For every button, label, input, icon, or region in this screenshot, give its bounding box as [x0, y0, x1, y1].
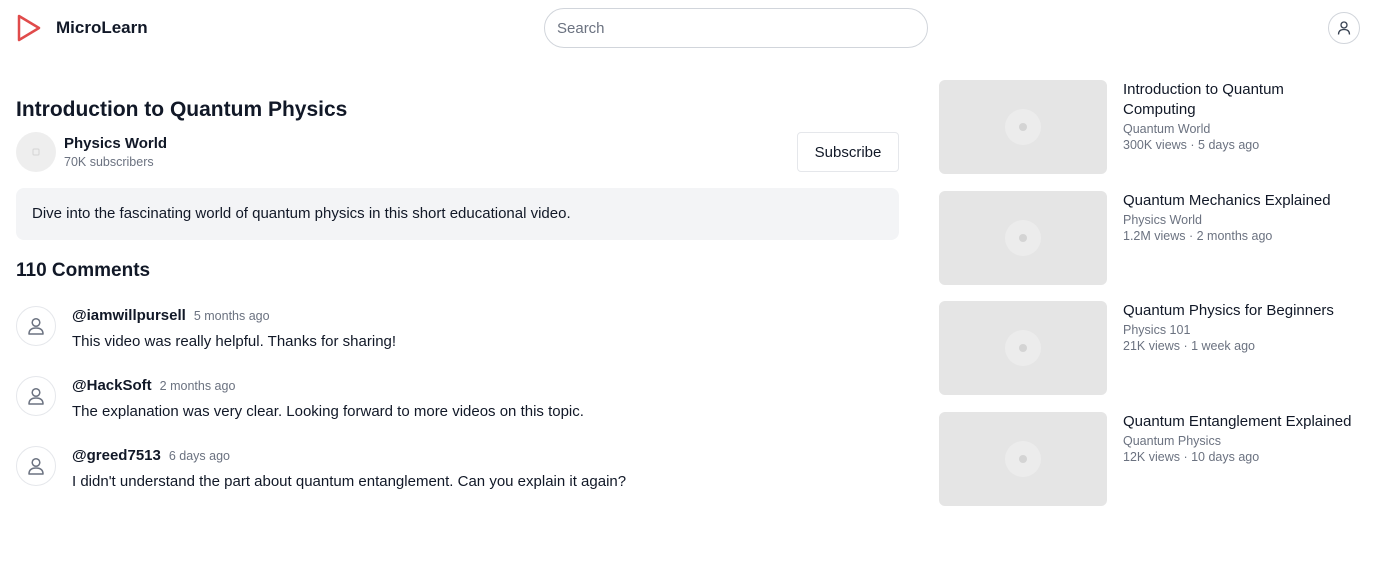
recommended-video[interactable]: Quantum Mechanics Explained Physics Worl…: [939, 190, 1359, 302]
user-icon: [28, 317, 44, 335]
comment-author[interactable]: @iamwillpursell: [72, 306, 186, 326]
recommended-meta: 300K views · 5 days ago: [1123, 138, 1260, 152]
comment-item: @greed7513 6 days ago I didn't understan…: [16, 446, 899, 516]
user-icon: [28, 457, 44, 475]
comment-author[interactable]: @HackSoft: [72, 376, 152, 396]
recommended-video[interactable]: Quantum Entanglement Explained Quantum P…: [939, 411, 1359, 523]
recommended-title[interactable]: Introduction to Quantum Computing: [1123, 80, 1359, 120]
recommended-title[interactable]: Quantum Physics for Beginners: [1123, 301, 1334, 321]
comment-text: This video was really helpful. Thanks fo…: [72, 333, 397, 350]
comment-time: 6 days ago: [168, 449, 231, 463]
user-icon: [1337, 21, 1351, 35]
image-placeholder-icon: [1005, 330, 1041, 366]
recommended-channel: Physics World: [1123, 212, 1202, 227]
comment-author[interactable]: @greed7513: [72, 446, 161, 466]
recommended-list: Introduction to Quantum Computing Quantu…: [939, 80, 1359, 522]
commenter-avatar[interactable]: [16, 376, 56, 416]
comment-body: @greed7513 6 days ago I didn't understan…: [72, 446, 626, 516]
thumbnail-dot: [1019, 233, 1027, 242]
video-thumbnail[interactable]: [939, 80, 1107, 174]
comment-item: @HackSoft 2 months ago The explanation w…: [16, 376, 899, 446]
channel-subscribers: 70K subscribers: [64, 155, 154, 169]
commenter-avatar[interactable]: [16, 446, 56, 486]
subscribe-button[interactable]: Subscribe: [797, 132, 899, 172]
recommended-meta: 12K views · 10 days ago: [1123, 449, 1260, 464]
image-placeholder-icon: [1005, 440, 1041, 477]
play-triangle-icon: [17, 14, 41, 42]
recommended-video[interactable]: Introduction to Quantum Computing Quantu…: [939, 80, 1359, 191]
thumbnail-dot: [1019, 344, 1027, 352]
app-name: MicroLearn: [56, 18, 148, 37]
comment-header: @greed7513 6 days ago: [72, 446, 626, 466]
comment-body: @iamwillpursell 5 months ago This video …: [72, 306, 396, 376]
video-thumbnail[interactable]: [939, 411, 1107, 506]
recommended-channel: Quantum World: [1123, 122, 1211, 136]
channel-avatar[interactable]: [16, 132, 56, 172]
user-icon: [28, 387, 44, 405]
top-header: MicroLearn: [0, 0, 1376, 56]
comment-list: @iamwillpursell 5 months ago This video …: [16, 306, 899, 516]
recommended-title[interactable]: Quantum Entanglement Explained: [1123, 412, 1351, 432]
image-placeholder-icon: [1005, 219, 1041, 256]
channel-name[interactable]: Physics World: [64, 134, 167, 154]
channel-row: Physics World 70K subscribers Subscribe: [16, 132, 899, 172]
comment-item: @iamwillpursell 5 months ago This video …: [16, 306, 899, 376]
comment-text: The explanation was very clear. Looking …: [72, 403, 584, 420]
commenter-avatar[interactable]: [16, 306, 56, 346]
video-main: Introduction to Quantum Physics Physics …: [16, 96, 899, 516]
comment-header: @HackSoft 2 months ago: [72, 376, 584, 396]
search-input[interactable]: [544, 8, 928, 48]
user-menu-button[interactable]: [1328, 12, 1360, 44]
thumbnail-dot: [1019, 123, 1027, 131]
comment-time: 5 months ago: [193, 309, 270, 323]
video-title: Introduction to Quantum Physics: [16, 98, 348, 121]
recommended-meta: 21K views · 1 week ago: [1123, 339, 1256, 353]
video-description: Dive into the fascinating world of quant…: [16, 188, 899, 240]
channel-info: Physics World 70K subscribers: [64, 134, 167, 170]
app-logo[interactable]: MicroLearn: [16, 12, 148, 44]
recommended-channel: Quantum Physics: [1123, 433, 1221, 448]
comments-heading: 110 Comments: [16, 260, 151, 281]
image-placeholder-icon: [32, 148, 40, 156]
recommended-title[interactable]: Quantum Mechanics Explained: [1123, 191, 1331, 211]
video-thumbnail[interactable]: [939, 301, 1107, 395]
comment-text: I didn't understand the part about quant…: [72, 473, 627, 490]
comment-header: @iamwillpursell 5 months ago: [72, 306, 396, 326]
image-placeholder-icon: [1005, 109, 1041, 145]
recommended-info: Quantum Mechanics Explained Physics Worl…: [1123, 191, 1331, 302]
recommended-info: Quantum Physics for Beginners Physics 10…: [1123, 301, 1334, 412]
video-thumbnail[interactable]: [939, 190, 1107, 285]
recommended-meta: 1.2M views · 2 months ago: [1123, 228, 1273, 243]
thumbnail-dot: [1019, 454, 1027, 463]
recommended-info: Introduction to Quantum Computing Quantu…: [1123, 80, 1359, 191]
comment-body: @HackSoft 2 months ago The explanation w…: [72, 376, 584, 446]
recommended-channel: Physics 101: [1123, 323, 1191, 337]
recommended-video[interactable]: Quantum Physics for Beginners Physics 10…: [939, 301, 1359, 412]
comment-time: 2 months ago: [159, 379, 236, 393]
recommended-info: Quantum Entanglement Explained Quantum P…: [1123, 412, 1351, 523]
